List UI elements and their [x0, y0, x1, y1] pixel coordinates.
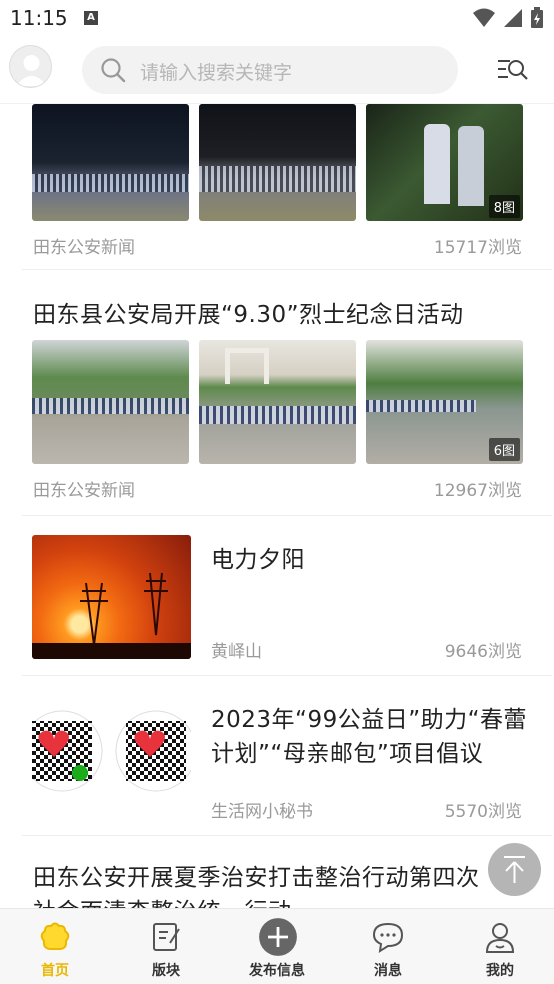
tab-publish[interactable]: 发布信息 [232, 909, 322, 984]
home-icon [40, 922, 70, 950]
news-source: 黄峄山 [211, 642, 262, 662]
news-views: 9646浏览 [444, 642, 522, 662]
message-icon [372, 922, 404, 953]
news-photo-night-officers: 8图 [366, 104, 523, 221]
user-avatar[interactable] [9, 45, 52, 88]
news-title-line-2: 社会面清查整治统一行动 [33, 892, 292, 908]
tab-label: 发布信息 [249, 963, 305, 979]
battery-icon [531, 7, 543, 28]
tab-label: 版块 [152, 963, 180, 979]
tab-profile[interactable]: 我的 [455, 909, 545, 984]
news-title-line-1: 田东公安开展夏季治安打击整治行动第四次 [33, 865, 480, 891]
qr-code-graphic [32, 710, 191, 792]
publish-icon [259, 918, 297, 956]
news-source: 田东公安新闻 [33, 238, 135, 258]
status-icons [472, 7, 544, 29]
news-views: 15717浏览 [433, 238, 522, 258]
news-item[interactable]: 8图 田东公安新闻 15717浏览 [22, 104, 552, 270]
news-photo-night-parade-1 [32, 104, 189, 221]
search-icon [101, 58, 126, 83]
tab-label: 首页 [41, 963, 69, 979]
news-views: 12967浏览 [433, 481, 522, 501]
news-photo-memorial-3: 6图 [366, 340, 523, 464]
tab-label: 消息 [374, 963, 402, 979]
news-item[interactable]: 田东县公安局开展“9.30”烈士纪念日活动 6图 田东公安新闻 12967浏览 [22, 271, 552, 516]
status-time: 11:15 [10, 6, 68, 30]
bottom-tab-bar: 首页 版块 发布信息 消息 我的 [0, 908, 554, 984]
status-notification-icon: A [84, 11, 98, 25]
news-photo-night-parade-2 [199, 104, 356, 221]
news-item[interactable]: 2023年“99公益日”助力“春蕾 计划”“母亲邮包”项目倡议 生活网小秘书 5… [22, 676, 552, 836]
photo-count-badge: 8图 [488, 195, 520, 218]
search-input[interactable]: 请输入搜索关键字 [82, 46, 458, 94]
news-photo-memorial-1 [32, 340, 189, 464]
tab-messages[interactable]: 消息 [343, 909, 433, 984]
power-tower-graphic [32, 572, 191, 659]
news-item[interactable]: 电力夕阳 黄峄山 9646浏览 [22, 516, 552, 676]
news-item[interactable]: 田东公安开展夏季治安打击整治行动第四次 社会面清查整治统一行动 [22, 836, 552, 908]
news-title: 电力夕阳 [211, 547, 305, 573]
news-source: 生活网小秘书 [211, 802, 313, 822]
news-views: 5570浏览 [444, 802, 522, 822]
tab-label: 我的 [486, 963, 514, 979]
board-icon [153, 923, 180, 951]
tab-board[interactable]: 版块 [121, 909, 211, 984]
search-placeholder: 请输入搜索关键字 [140, 62, 293, 84]
search-list-icon[interactable] [494, 56, 530, 84]
tab-home[interactable]: 首页 [10, 909, 100, 984]
news-photo-sunset [32, 535, 191, 659]
status-bar: 11:15 A [0, 0, 554, 36]
avatar-placeholder-icon [16, 55, 47, 86]
news-source: 田东公安新闻 [33, 481, 135, 501]
news-feed[interactable]: 8图 田东公安新闻 15717浏览 田东县公安局开展“9.30”烈士纪念日活动 … [0, 104, 554, 908]
profile-icon [485, 923, 515, 953]
app-header: 请输入搜索关键字 [0, 36, 554, 104]
arrow-up-icon [504, 856, 525, 883]
news-title-line-1: 2023年“99公益日”助力“春蕾 [211, 707, 528, 733]
signal-icon [504, 9, 522, 27]
news-title-line-2: 计划”“母亲邮包”项目倡议 [211, 741, 484, 767]
news-title: 田东县公安局开展“9.30”烈士纪念日活动 [33, 302, 464, 328]
photo-count-badge: 6图 [488, 438, 520, 461]
news-photo-qr-codes [32, 695, 191, 819]
news-photo-memorial-2 [199, 340, 356, 464]
wifi-icon [473, 8, 495, 27]
scroll-to-top-button[interactable] [488, 843, 541, 896]
